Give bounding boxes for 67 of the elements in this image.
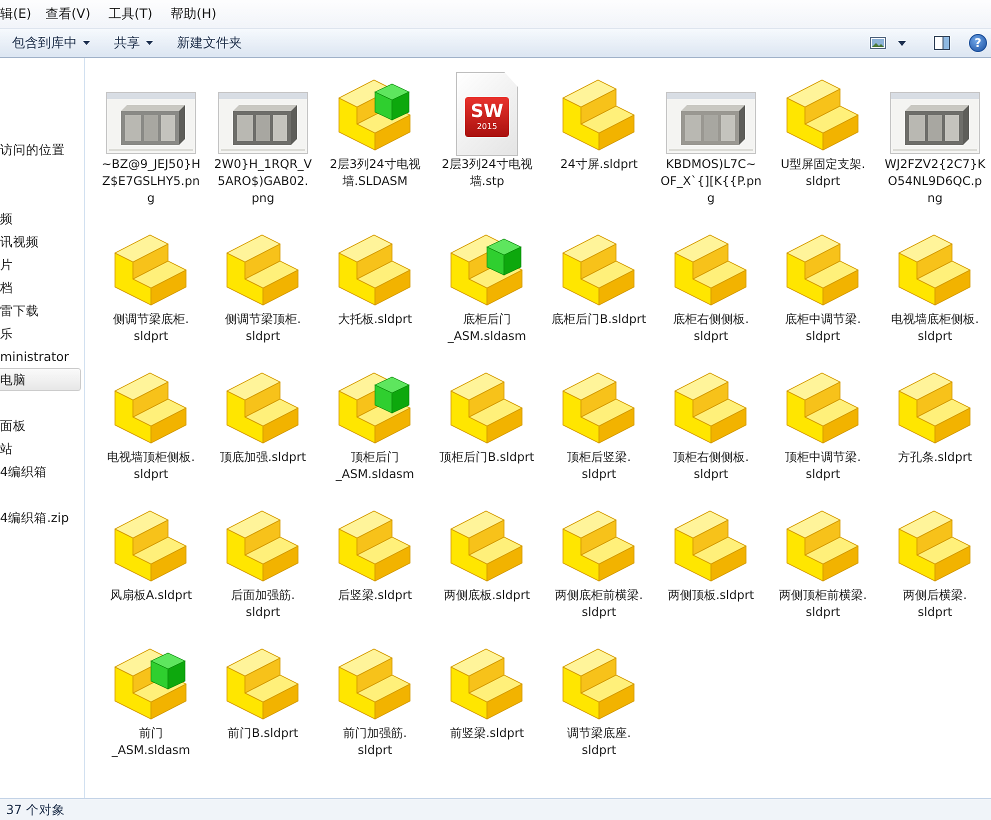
file-name: 前门 _ASM.sldasm [112,725,190,759]
file-name: 前门B.sldprt [228,725,298,742]
file-name: 风扇板A.sldprt [110,587,192,604]
file-name: 电视墙底柜侧板. sldprt [891,311,979,345]
caret-icon [83,41,90,45]
file-name: 顶柜后门B.sldprt [440,449,534,466]
menu-item[interactable]: 辑(E) [0,5,40,23]
file-name: 顶柜后竖梁. sldprt [567,449,631,483]
file-name: 侧调节梁底柜. sldprt [113,311,189,345]
menu-item[interactable]: 工具(T) [108,5,160,23]
file-name: 底柜右侧侧板. sldprt [673,311,749,345]
nav-item[interactable]: 乐 [0,322,84,345]
file-name: 两侧后横梁. sldprt [903,587,967,621]
file-name: 电视墙顶柜侧板. sldprt [107,449,195,483]
file-name: 调节梁底座. sldprt [567,725,631,759]
file-name: 底柜后门B.sldprt [552,311,646,328]
file-name: 前竖梁.sldprt [450,725,524,742]
file-name: 后面加强筋. sldprt [231,587,295,621]
nav-item[interactable]: 雷下载 [0,299,84,322]
file-name: 底柜后门 _ASM.sldasm [448,311,526,345]
menu-item[interactable]: 查看(V) [45,5,98,23]
item-count: 37 个对象 [6,802,65,818]
toolbar-button[interactable]: 包含到库中 [4,31,98,55]
view-button[interactable] [867,35,889,51]
file-name: 两侧顶板.sldprt [668,587,754,604]
nav-item[interactable]: 讯视频 [0,230,84,253]
file-name: 侧调节梁顶柜. sldprt [225,311,301,345]
file-name: 2层3列24寸电视 墙.stp [442,156,532,190]
file-name: U型屏固定支架. sldprt [780,156,866,190]
nav-item[interactable]: 4编织箱 [0,460,84,483]
file-name: 2W0}H_1RQR_V 5ARO$)GAB02. png [214,156,312,207]
file-name: 两侧底柜前横梁. sldprt [555,587,643,621]
file-name: 前门加强筋. sldprt [343,725,407,759]
nav-item[interactable]: 片 [0,253,84,276]
nav-item[interactable]: 访问的位置 [0,138,84,161]
file-name: 后竖梁.sldprt [338,587,412,604]
file-name: 顶柜右侧侧板. sldprt [673,449,749,483]
nav-item[interactable]: 电脑 [0,368,81,391]
file-name: ~BZ@9_JEJ50}H Z$E7GSLHY5.pn g [102,156,200,207]
view-options-button[interactable] [895,38,909,48]
nav-item[interactable]: 面板 [0,414,84,437]
picture-view-icon [870,37,886,49]
file-name: KBDMOS)L7C~ OF_X`{][K{{P.pn g [660,156,762,207]
file-name: 方孔条.sldprt [898,449,972,466]
file-name: 大托板.sldprt [338,311,412,328]
file-name: WJ2FZV2{2C7}K O54NL9D6QC.p ng [884,156,986,207]
file-name: 顶柜后门 _ASM.sldasm [336,449,414,483]
nav-item[interactable]: 频 [0,207,84,230]
file-name: 2层3列24寸电视 墙.SLDASM [330,156,420,190]
nav-item[interactable]: 站 [0,437,84,460]
logo-badge: SW 2015 [465,97,509,137]
preview-pane-icon [934,36,950,50]
menu-item[interactable]: 帮助(H) [170,5,224,23]
file-name: 两侧底板.sldprt [444,587,530,604]
file-name: 顶柜中调节梁. sldprt [785,449,861,483]
nav-item[interactable]: ministrator [0,345,84,368]
caret-icon [898,40,906,46]
file-name: 24寸屏.sldprt [560,156,638,173]
toolbar-button[interactable]: 新建文件夹 [169,31,250,55]
nav-item[interactable]: 档 [0,276,84,299]
preview-pane-button[interactable] [931,34,953,52]
file-name: 底柜中调节梁. sldprt [785,311,861,345]
nav-item[interactable]: 4编织箱.zip [0,506,84,529]
file-name: 顶底加强.sldprt [220,449,306,466]
file-name: 两侧顶柜前横梁. sldprt [779,587,867,621]
toolbar-button[interactable]: 共享 [106,31,161,55]
caret-icon [146,41,153,45]
